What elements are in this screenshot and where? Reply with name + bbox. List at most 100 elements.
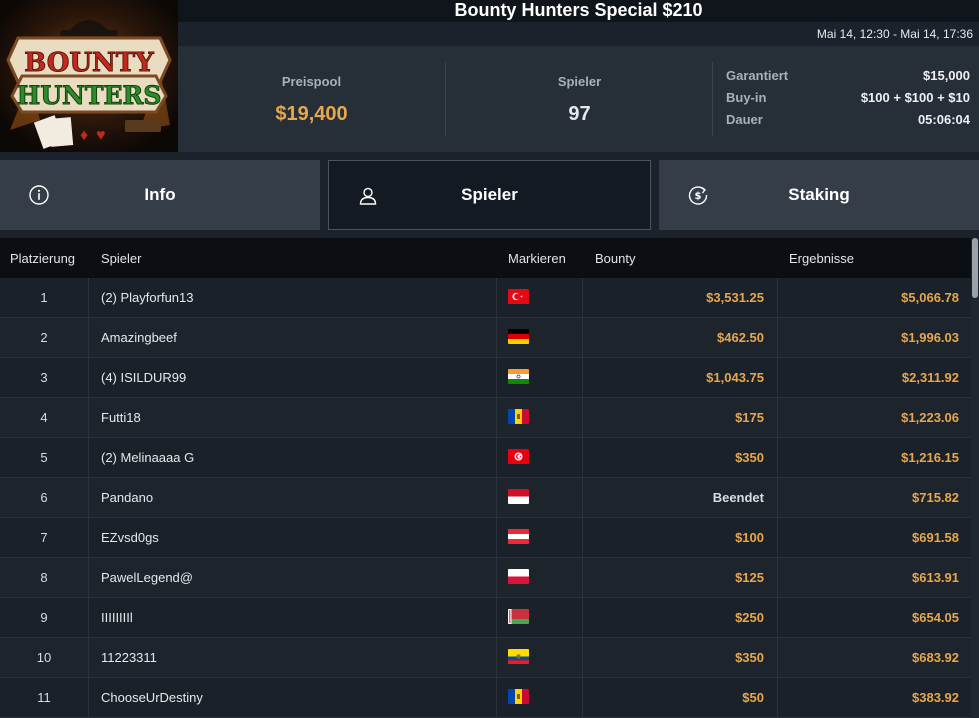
row-flag-cell bbox=[497, 518, 583, 557]
row-flag-cell bbox=[497, 598, 583, 637]
row-player-name[interactable]: ChooseUrDestiny bbox=[89, 678, 497, 717]
moldova-flag-icon bbox=[508, 409, 529, 424]
table-header: Platzierung Spieler Markieren Bounty Erg… bbox=[0, 238, 971, 278]
players-table: Platzierung Spieler Markieren Bounty Erg… bbox=[0, 238, 971, 718]
table-row[interactable]: 1 (2) Playforfun13 $3,531.25 $5,066.78 bbox=[0, 278, 971, 318]
table-scrollbar[interactable] bbox=[971, 238, 979, 718]
row-flag-cell bbox=[497, 638, 583, 677]
row-result: $654.05 bbox=[912, 610, 959, 625]
row-bounty: $3,531.25 bbox=[583, 278, 778, 317]
prizepool-value: $19,400 bbox=[275, 103, 348, 125]
tournament-title-bar: Bounty Hunters Special $210 bbox=[178, 0, 979, 22]
row-player-name[interactable]: IIIIIIIIl bbox=[89, 598, 497, 637]
table-row[interactable]: 10 11223311 $350 $683.92 bbox=[0, 638, 971, 678]
tab-players-label: Spieler bbox=[461, 185, 518, 204]
row-result: $5,066.78 bbox=[901, 290, 959, 305]
row-rank: 1 bbox=[0, 278, 89, 317]
table-row[interactable]: 8 PawelLegend@ $125 $613.91 bbox=[0, 558, 971, 598]
table-row[interactable]: 3 (4) ISILDUR99 $1,043.75 $2,311.92 bbox=[0, 358, 971, 398]
scrollbar-thumb[interactable] bbox=[972, 238, 978, 298]
tab-players[interactable]: Spieler bbox=[328, 160, 651, 230]
header-player[interactable]: Spieler bbox=[101, 251, 141, 266]
header-bounty[interactable]: Bounty bbox=[595, 251, 635, 266]
germany-flag-icon bbox=[508, 329, 529, 344]
tournament-lobby: BOUNTY HUNTERS ♦ ♥ ♠ Bounty Hunters Spec… bbox=[0, 0, 979, 718]
svg-text:HUNTERS: HUNTERS bbox=[17, 81, 162, 110]
row-bounty: $462.50 bbox=[583, 318, 778, 357]
row-bounty: $350 bbox=[583, 438, 778, 477]
row-result: $383.92 bbox=[912, 690, 959, 705]
row-rank: 6 bbox=[0, 478, 89, 517]
table-row[interactable]: 2 Amazingbeef $462.50 $1,996.03 bbox=[0, 318, 971, 358]
row-flag-cell bbox=[497, 358, 583, 397]
tournament-title: Bounty Hunters Special $210 bbox=[454, 0, 703, 20]
row-bounty: Beendet bbox=[583, 478, 778, 517]
table-row[interactable]: 7 EZvsd0gs $100 $691.58 bbox=[0, 518, 971, 558]
tab-info[interactable]: Info bbox=[0, 160, 320, 230]
tournament-stats: Preispool $19,400 Spieler 97 Garantiert … bbox=[178, 46, 979, 152]
tournament-details: Garantiert $15,000 Buy-in $100 + $100 + … bbox=[726, 68, 970, 134]
guaranteed-row: Garantiert $15,000 bbox=[726, 68, 970, 90]
row-flag-cell bbox=[497, 278, 583, 317]
row-player-name[interactable]: PawelLegend@ bbox=[89, 558, 497, 597]
row-player-name[interactable]: (4) ISILDUR99 bbox=[89, 358, 497, 397]
tournament-logo: BOUNTY HUNTERS ♦ ♥ ♠ bbox=[0, 0, 178, 152]
row-bounty: $350 bbox=[583, 638, 778, 677]
buyin-row: Buy-in $100 + $100 + $10 bbox=[726, 90, 970, 112]
guaranteed-value: $15,000 bbox=[923, 68, 970, 83]
svg-text:♠: ♠ bbox=[110, 127, 119, 144]
row-result: $613.91 bbox=[912, 570, 959, 585]
row-player-name[interactable]: EZvsd0gs bbox=[89, 518, 497, 557]
table-row[interactable]: 6 Pandano Beendet $715.82 bbox=[0, 478, 971, 518]
table-row[interactable]: 5 (2) Melinaaaa G $350 $1,216.15 bbox=[0, 438, 971, 478]
row-rank: 8 bbox=[0, 558, 89, 597]
row-rank: 9 bbox=[0, 598, 89, 637]
row-player-name[interactable]: Futti18 bbox=[89, 398, 497, 437]
prizepool-label: Preispool bbox=[281, 74, 342, 89]
row-player-name[interactable]: Amazingbeef bbox=[89, 318, 497, 357]
table-row[interactable]: 11 ChooseUrDestiny $50 $383.92 bbox=[0, 678, 971, 718]
row-flag-cell bbox=[497, 398, 583, 437]
table-row[interactable]: 4 Futti18 $175 $1,223.06 bbox=[0, 398, 971, 438]
row-rank: 5 bbox=[0, 438, 89, 477]
row-result: $1,216.15 bbox=[901, 450, 959, 465]
buyin-value: $100 + $100 + $10 bbox=[860, 90, 970, 105]
monaco-flag-icon bbox=[508, 489, 529, 504]
dollar-coin-icon: $ bbox=[688, 186, 708, 205]
row-rank: 4 bbox=[0, 398, 89, 437]
turkey-flag-icon bbox=[508, 289, 529, 304]
tab-staking[interactable]: $ Staking bbox=[659, 160, 979, 230]
row-result: $683.92 bbox=[912, 650, 959, 665]
svg-text:♥: ♥ bbox=[96, 127, 106, 144]
row-bounty: $125 bbox=[583, 558, 778, 597]
row-bounty: $100 bbox=[583, 518, 778, 557]
header-result[interactable]: Ergebnisse bbox=[789, 251, 854, 266]
row-player-name[interactable]: 11223311 bbox=[89, 638, 497, 677]
header-flag[interactable]: Markieren bbox=[508, 251, 566, 266]
row-bounty: $250 bbox=[583, 598, 778, 637]
row-result: $2,311.92 bbox=[901, 370, 959, 385]
india-flag-icon bbox=[508, 369, 529, 384]
row-player-name[interactable]: Pandano bbox=[89, 478, 497, 517]
row-rank: 3 bbox=[0, 358, 89, 397]
row-result: $691.58 bbox=[912, 530, 959, 545]
players-value: 97 bbox=[568, 103, 591, 125]
guaranteed-label: Garantiert bbox=[726, 68, 789, 83]
header-rank[interactable]: Platzierung bbox=[10, 251, 75, 266]
row-result: $1,996.03 bbox=[901, 330, 959, 345]
row-rank: 11 bbox=[0, 678, 89, 717]
row-flag-cell bbox=[497, 478, 583, 517]
row-player-name[interactable]: (2) Playforfun13 bbox=[89, 278, 497, 317]
moldova-flag-icon bbox=[508, 689, 529, 704]
row-bounty: $175 bbox=[583, 398, 778, 437]
prizepool-block: Preispool $19,400 bbox=[178, 46, 445, 152]
row-bounty: $1,043.75 bbox=[583, 358, 778, 397]
table-row[interactable]: 9 IIIIIIIIl $250 $654.05 bbox=[0, 598, 971, 638]
ecuador-flag-icon bbox=[508, 649, 529, 664]
duration-label: Dauer bbox=[726, 112, 763, 127]
svg-text:$: $ bbox=[695, 191, 702, 202]
row-player-name[interactable]: (2) Melinaaaa G bbox=[89, 438, 497, 477]
tab-staking-label: Staking bbox=[788, 185, 850, 204]
row-flag-cell bbox=[497, 678, 583, 717]
info-icon bbox=[29, 185, 49, 205]
